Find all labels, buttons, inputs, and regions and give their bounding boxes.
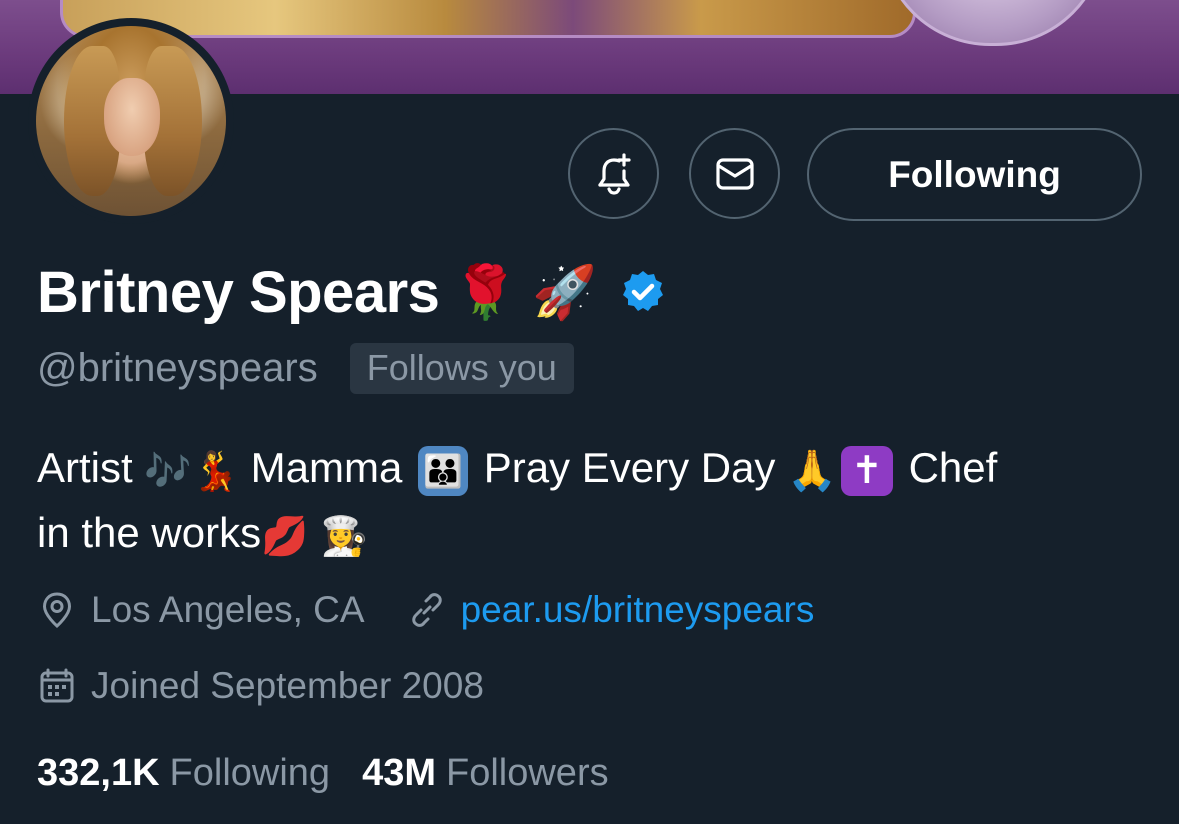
joined-row: Joined September 2008 [37,661,484,711]
location-text: Los Angeles, CA [91,589,365,630]
joined-date: Joined September 2008 [91,665,484,706]
location-row: Los Angeles, CA pear.us/britneyspears [37,585,814,635]
praying-hands-emoji: 🙏 [787,447,837,494]
followers-count: 43M [362,751,436,794]
bio-part: Pray Every Day [483,444,776,491]
handle-row: @britneyspears Follows you [37,342,574,394]
display-name: Britney Spears [37,259,440,325]
username-handle: @britneyspears [37,345,318,390]
following-button[interactable]: Following [807,128,1142,221]
banner-image-disc [880,0,1106,46]
kiss-chef-emoji: 💋 👩‍🍳 [261,513,368,558]
following-label: Following [169,751,331,794]
verified-badge-icon[interactable] [619,268,667,316]
location-pin-icon [42,592,72,628]
followers-label: Followers [446,751,609,794]
rocket-emoji: 🚀 [532,262,597,323]
following-count: 332,1K [37,751,160,794]
music-dancer-emoji: 🎶💃 [144,448,239,493]
latin-cross-emoji: ✝ [840,445,893,496]
banner-image-left [60,0,916,38]
bio-part: Artist [37,444,133,491]
following-stat[interactable]: 332,1K Following [37,752,330,795]
message-button[interactable] [689,128,780,219]
bell-plus-icon [597,152,631,195]
rose-emoji: 🌹 [453,262,519,323]
notifications-button[interactable] [568,128,659,219]
family-emoji: 👪 [418,445,469,496]
profile-page: Following Britney Spears 🌹 🚀 @britneyspe… [0,0,1179,824]
bio-part: Mamma [250,444,403,491]
bio-part: in the works [37,508,262,556]
bio-part: Chef [908,444,998,491]
bio-text: Artist 🎶💃 Mamma 👪 Pray Every Day 🙏 ✝ Chef… [37,437,1147,567]
calendar-icon [40,668,74,703]
stats-row: 332,1K Following 43M Followers [37,747,609,799]
followers-stat[interactable]: 43M Followers [362,752,609,795]
follows-you-badge: Follows you [349,342,574,394]
avatar-image [36,26,226,216]
display-name-row: Britney Spears 🌹 🚀 [37,252,667,332]
link-icon [411,593,442,627]
avatar[interactable] [28,18,234,224]
avatar-face [104,78,160,156]
website-link[interactable]: pear.us/britneyspears [461,589,815,631]
envelope-icon [715,157,754,190]
